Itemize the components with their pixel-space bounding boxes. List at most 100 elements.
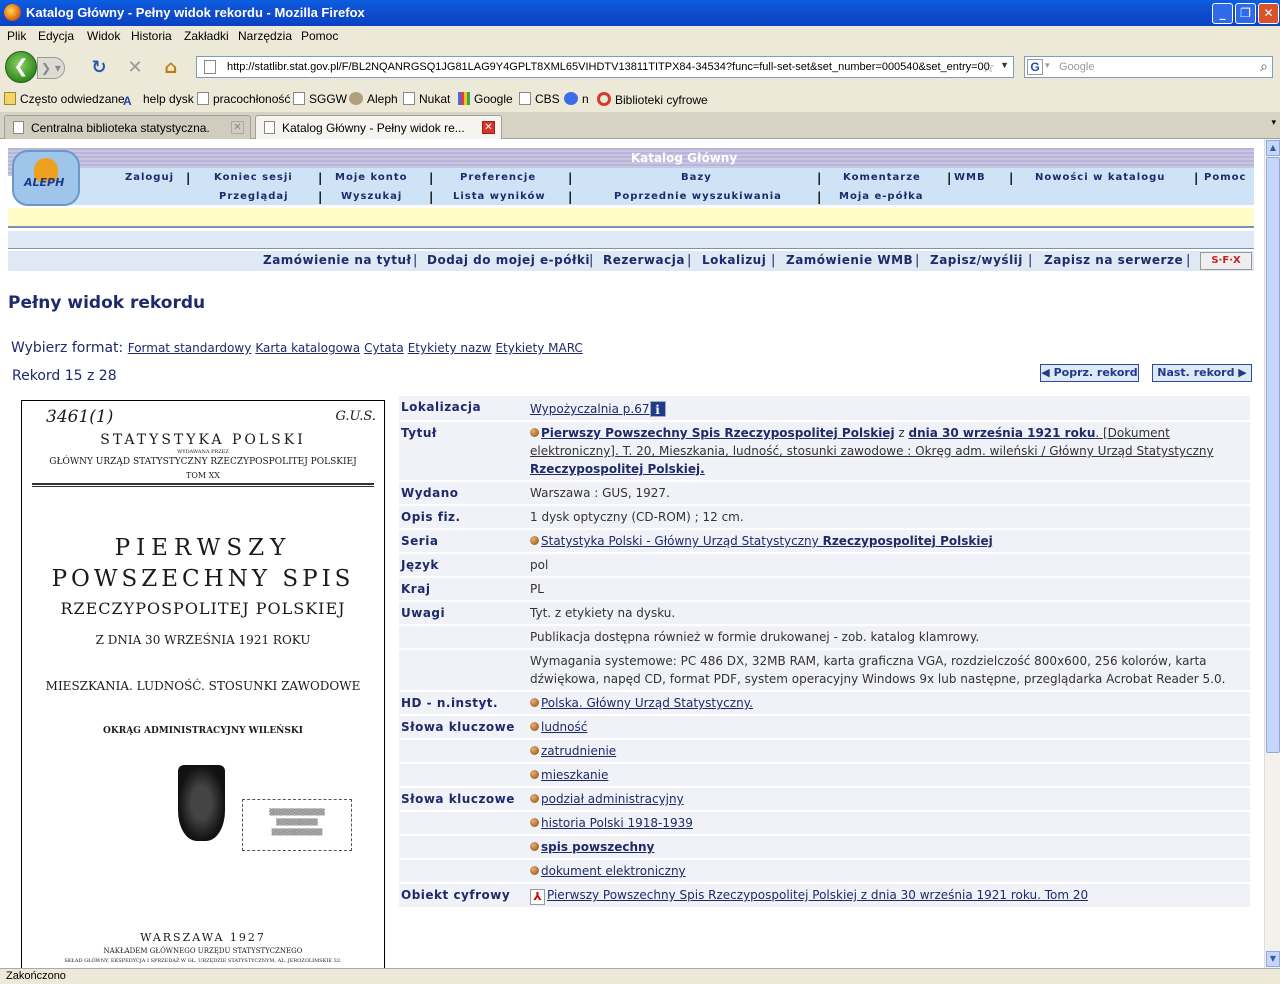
scroll-down-icon[interactable]: ▼ [1266, 951, 1280, 967]
bookmark-google[interactable]: Google [458, 92, 513, 106]
url-bar[interactable]: http://statlibr.stat.gov.pl/F/BL2NQANRGS… [196, 56, 1014, 78]
menu-plik[interactable]: Plik [7, 29, 26, 43]
tab-katalog-glowny[interactable]: Katalog Główny - Pełny widok re... ✕ [255, 115, 502, 139]
keyword-link-podzial[interactable]: podział administracyjny [541, 792, 684, 806]
bookmark-star-icon[interactable]: ☆ [982, 58, 995, 76]
row-opis: Opis fiz. 1 dysk optyczny (CD-ROM) ; 12 … [399, 506, 1250, 528]
action-dodaj-do-e-polki[interactable]: Dodaj do mojej e-półki [427, 253, 590, 267]
bullet-icon [530, 722, 539, 731]
nav-wmb[interactable]: WMB [954, 172, 986, 183]
record-counter: Rekord 15 z 28 [12, 368, 117, 384]
menu-edycja[interactable]: Edycja [38, 29, 74, 43]
forward-button[interactable]: ❯ ▾ [37, 57, 65, 79]
url-dropdown-icon[interactable]: ▼ [1000, 60, 1009, 70]
tab-close-icon[interactable]: ✕ [482, 121, 495, 134]
nav-preferencje[interactable]: Preferencje [460, 172, 536, 183]
format-standardowy-link[interactable]: Format standardowy [128, 341, 252, 355]
action-zapisz-wyslij[interactable]: Zapisz/wyślij [930, 253, 1023, 267]
prev-record-button[interactable]: ◀ Poprz. rekord [1040, 364, 1139, 382]
dl-icon [597, 92, 611, 106]
info-icon[interactable]: i [649, 401, 666, 417]
nav-przegladaj[interactable]: Przeglądaj [219, 191, 289, 202]
title-link-date[interactable]: dnia 30 września 1921 roku [909, 426, 1096, 440]
scrollbar-thumb[interactable] [1266, 157, 1280, 753]
sfx-button[interactable]: S·F·X [1200, 252, 1252, 270]
nav-zaloguj[interactable]: Zaloguj [125, 172, 174, 183]
nav-poprzednie-wyszukiwania[interactable]: Poprzednie wyszukiwania [614, 191, 782, 202]
row-tytul: Tytuł Pierwszy Powszechny Spis Rzeczypos… [399, 422, 1250, 480]
cover-handwritten-gus: G.U.S. [335, 409, 376, 424]
action-zamowienie-na-tytul[interactable]: Zamówienie na tytuł [263, 253, 411, 267]
bookmark-aleph[interactable]: Aleph [349, 92, 398, 106]
menu-zakladki[interactable]: Zakładki [184, 29, 229, 43]
keyword-link-zatrudnienie[interactable]: zatrudnienie [541, 744, 616, 758]
back-button[interactable]: ❮ [5, 51, 37, 83]
menu-widok[interactable]: Widok [87, 29, 120, 43]
bookmark-czesto-odwiedzane[interactable]: Często odwiedzane [4, 92, 125, 106]
series-link-rzeczypospolitej[interactable]: Rzeczypospolitej Polskiej [823, 534, 993, 548]
label-slowa-kluczowe-2: Słowa kluczowe [399, 788, 528, 810]
format-karta-katalogowa-link[interactable]: Karta katalogowa [255, 341, 360, 355]
search-engine-dropdown-icon[interactable]: ▾ [1045, 60, 1050, 71]
title-link-pierwszy-spis[interactable]: Pierwszy Powszechny Spis Rzeczypospolite… [541, 426, 895, 440]
search-icon[interactable]: ⌕ [1260, 58, 1268, 75]
search-bar[interactable]: G ▾ Google ⌕ [1024, 56, 1273, 78]
search-engine-icon[interactable]: G [1027, 59, 1043, 75]
pdf-icon[interactable]: ⅄ [530, 889, 545, 905]
nav-koniec-sesji[interactable]: Koniec sesji [214, 172, 293, 183]
stop-icon[interactable]: ✕ [124, 57, 146, 79]
keyword-link-dokument[interactable]: dokument elektroniczny [541, 864, 686, 878]
menu-pomoc[interactable]: Pomoc [301, 29, 338, 43]
nav-pomoc[interactable]: Pomoc [1204, 172, 1246, 183]
vertical-scrollbar[interactable]: ▲ ▼ [1264, 139, 1280, 968]
aleph-logo[interactable]: ALEPH [12, 150, 80, 206]
nav-nowosci[interactable]: Nowości w katalogu [1035, 172, 1165, 183]
cover-image[interactable]: 3461(1) G.U.S. STATYSTYKA POLSKI WYDAWAN… [21, 400, 385, 968]
action-zamowienie-wmb[interactable]: Zamówienie WMB [786, 253, 913, 267]
nav-moja-e-polka[interactable]: Moja e-półka [839, 191, 924, 202]
menu-narzedzia[interactable]: Narzędzia [238, 29, 292, 43]
cover-subjects: MIESZKANIA. LUDNOŚĆ. STOSUNKI ZAWODOWE [45, 679, 361, 693]
title-link-rzeczypospolitej[interactable]: Rzeczypospolitej Polskiej. [530, 462, 705, 476]
close-button[interactable]: ✕ [1258, 3, 1279, 24]
format-etykiety-marc-link[interactable]: Etykiety MARC [495, 341, 582, 355]
format-cytata-link[interactable]: Cytata [364, 341, 404, 355]
nav-moje-konto[interactable]: Moje konto [335, 172, 408, 183]
nav-lista-wynikow[interactable]: Lista wyników [453, 191, 546, 202]
tab-centralna-biblioteka[interactable]: Centralna biblioteka statystyczna. ✕ [4, 115, 251, 139]
nav-wyszukaj[interactable]: Wyszukaj [341, 191, 402, 202]
bookmark-n[interactable]: n [564, 92, 589, 106]
keyword-link-spis[interactable]: spis powszechny [541, 840, 654, 854]
tab-close-icon[interactable]: ✕ [231, 121, 244, 134]
keyword-link-mieszkanie[interactable]: mieszkanie [541, 768, 608, 782]
tab-list-dropdown-icon[interactable]: ▾ [1271, 118, 1276, 128]
keyword-link-ludnosc[interactable]: ludność [541, 720, 587, 734]
bookmark-cbs[interactable]: CBS [519, 92, 560, 106]
format-etykiety-nazw-link[interactable]: Etykiety nazw [408, 341, 492, 355]
minimize-button[interactable]: _ [1212, 3, 1233, 24]
lokalizacja-link[interactable]: Wypożyczalnia p.67 [530, 402, 650, 416]
action-zapisz-na-serwerze[interactable]: Zapisz na serwerze [1044, 253, 1183, 267]
bookmark-biblioteki-cyfrowe[interactable]: Biblioteki cyfrowe [597, 92, 708, 107]
row-slowa-1b: zatrudnienie [399, 740, 1250, 762]
next-record-button[interactable]: Nast. rekord ▶ [1152, 364, 1252, 382]
bookmark-help-dysk[interactable]: Ahelp dysk [123, 92, 194, 108]
bookmark-sggw[interactable]: SGGW [293, 92, 347, 106]
digital-object-link[interactable]: Pierwszy Powszechny Spis Rzeczypospolite… [547, 888, 1088, 902]
home-icon[interactable]: ⌂ [160, 57, 182, 79]
reload-icon[interactable]: ↻ [88, 57, 110, 79]
series-link[interactable]: Statystyka Polski - Główny Urząd Statyst… [541, 534, 823, 548]
nav-bazy[interactable]: Bazy [681, 172, 712, 183]
keyword-link-historia[interactable]: historia Polski 1918-1939 [541, 816, 693, 830]
action-lokalizuj[interactable]: Lokalizuj [702, 253, 766, 267]
action-rezerwacja[interactable]: Rezerwacja [603, 253, 685, 267]
format-label: Wybierz format: [11, 340, 124, 356]
bookmark-nukat[interactable]: Nukat [403, 92, 450, 106]
scroll-up-icon[interactable]: ▲ [1266, 140, 1280, 156]
menu-historia[interactable]: Historia [131, 29, 172, 43]
nav-komentarze[interactable]: Komentarze [843, 172, 921, 183]
hd-link[interactable]: Polska. Główny Urząd Statystyczny. [541, 696, 753, 710]
bookmark-pracochlonosc[interactable]: pracochłoność [197, 92, 290, 106]
maximize-button[interactable]: ❐ [1235, 3, 1256, 24]
bullet-icon [530, 428, 539, 437]
